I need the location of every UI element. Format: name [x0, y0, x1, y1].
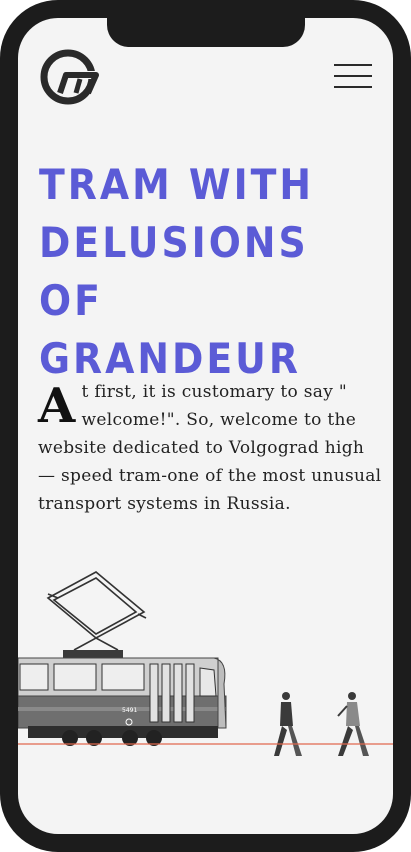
- hero-title-line: TRAM WITH: [39, 160, 315, 209]
- tram-number: 5491: [122, 707, 137, 714]
- phone-notch: [107, 17, 305, 47]
- intro-paragraph: At first, it is customary to say " welco…: [38, 378, 383, 518]
- phone-frame: TRAM WITH DELUSIONS OF GRANDEUR At first…: [0, 0, 411, 852]
- hero-title-line: DELUSIONS OF: [39, 218, 309, 325]
- pantograph: [46, 571, 147, 651]
- tram-illustration: 5491: [18, 571, 393, 756]
- drop-cap: A: [38, 378, 76, 434]
- walking-person-icon: [274, 692, 302, 756]
- hero-title: TRAM WITH DELUSIONS OF GRANDEUR: [39, 156, 369, 388]
- brand-logo-icon[interactable]: [38, 49, 102, 105]
- screen: TRAM WITH DELUSIONS OF GRANDEUR At first…: [18, 18, 393, 834]
- intro-text: t first, it is customary to say " welcom…: [38, 382, 382, 514]
- walking-person-icon: [337, 692, 369, 756]
- tram: 5491: [18, 650, 227, 746]
- hamburger-menu-icon[interactable]: [334, 62, 374, 92]
